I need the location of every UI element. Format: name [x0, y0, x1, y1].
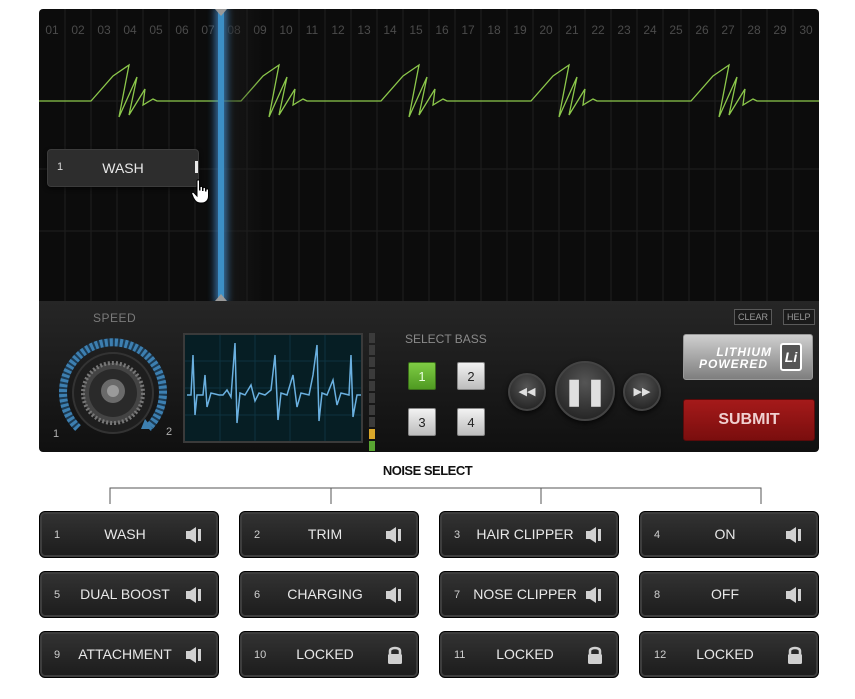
noise-button-3[interactable]: 3 HAIR CLIPPER	[439, 511, 619, 558]
bass-button-3[interactable]: 3	[408, 408, 436, 436]
noise-label: ATTACHMENT	[78, 646, 172, 662]
level-meter-segment	[369, 333, 375, 343]
pause-button[interactable]: ❚❚	[555, 361, 615, 421]
noise-label: LOCKED	[496, 646, 554, 662]
lock-icon	[586, 645, 604, 670]
noise-label: LOCKED	[296, 646, 354, 662]
bass-button-4[interactable]: 4	[457, 408, 485, 436]
pause-icon: ❚❚	[563, 376, 607, 406]
level-meter-segment	[369, 441, 375, 451]
noise-number: 3	[454, 529, 461, 541]
level-meter-segment	[369, 417, 375, 427]
noise-number: 4	[654, 529, 661, 541]
noise-button-7[interactable]: 7 NOSE CLIPPER	[439, 571, 619, 618]
noise-number: 1	[54, 529, 61, 541]
dragged-item-label: WASH	[102, 160, 144, 176]
knob-min-label: 1	[53, 428, 60, 440]
playhead[interactable]	[218, 9, 224, 301]
help-button[interactable]: HELP	[783, 309, 815, 325]
drag-handle[interactable]	[195, 161, 198, 173]
speaker-icon	[384, 585, 404, 610]
bass-button-2[interactable]: 2	[457, 362, 485, 390]
sound-designer-app: 0102030405060708091011121314151617181920…	[0, 0, 855, 699]
noise-number: 7	[454, 589, 461, 601]
knob-max-label: 2	[166, 426, 173, 438]
control-panel: SPEED 1 2 SELECT BASS 1 2 3 4 ◀◀ ❚❚ ▶▶ C…	[39, 301, 819, 452]
playhead-bottom-marker[interactable]	[215, 294, 227, 301]
sequencer-timeline[interactable]: 0102030405060708091011121314151617181920…	[39, 9, 819, 301]
level-meter-segment	[369, 429, 375, 439]
hand-cursor-icon	[191, 179, 209, 204]
noise-number: 8	[654, 589, 661, 601]
noise-number: 2	[254, 529, 261, 541]
fast-forward-icon: ▶▶	[633, 386, 651, 398]
level-meter-segment	[369, 369, 375, 379]
level-meter-segment	[369, 405, 375, 415]
speaker-icon	[184, 645, 204, 670]
lock-icon	[386, 645, 404, 670]
speaker-icon	[784, 525, 804, 550]
speaker-icon	[184, 585, 204, 610]
speaker-icon	[584, 585, 604, 610]
speaker-icon	[384, 525, 404, 550]
speaker-icon	[784, 585, 804, 610]
speed-knob[interactable]	[53, 333, 173, 453]
lithium-badge-icon: Li	[780, 343, 802, 371]
noise-button-9[interactable]: 9 ATTACHMENT	[39, 631, 219, 678]
noise-label: WASH	[104, 526, 146, 542]
select-bass-label: SELECT BASS	[405, 332, 487, 346]
noise-label: DUAL BOOST	[80, 586, 170, 602]
noise-button-1[interactable]: 1 WASH	[39, 511, 219, 558]
submit-button[interactable]: SUBMIT	[683, 399, 815, 441]
fast-forward-button[interactable]: ▶▶	[623, 373, 661, 411]
noise-number: 9	[54, 649, 61, 661]
noise-label: OFF	[711, 586, 739, 602]
noise-label: HAIR CLIPPER	[476, 526, 574, 542]
playhead-shadow	[224, 9, 264, 301]
level-meter-segment	[369, 357, 375, 367]
speaker-icon	[584, 525, 604, 550]
level-meter-segment	[369, 345, 375, 355]
lock-icon	[786, 645, 804, 670]
noise-label: NOSE CLIPPER	[473, 586, 577, 602]
noise-button-2[interactable]: 2 TRIM	[239, 511, 419, 558]
oscilloscope-display	[183, 333, 363, 443]
noise-number: 6	[254, 589, 261, 601]
speaker-icon	[184, 525, 204, 550]
speed-label: SPEED	[93, 311, 137, 325]
noise-button-10[interactable]: 10 LOCKED	[239, 631, 419, 678]
rewind-icon: ◀◀	[518, 386, 536, 398]
clear-button[interactable]: CLEAR	[734, 309, 773, 325]
noise-button-11[interactable]: 11 LOCKED	[439, 631, 619, 678]
playhead-top-marker[interactable]	[215, 9, 227, 16]
dragged-noise-item[interactable]: 1 WASH	[47, 149, 199, 187]
noise-select-title: NOISE SELECT	[382, 463, 473, 478]
level-meter-segment	[369, 393, 375, 403]
noise-label: ON	[714, 526, 736, 542]
noise-button-8[interactable]: 8 OFF	[639, 571, 819, 618]
noise-label: TRIM	[307, 526, 343, 542]
logo-text-line2: POWERED	[698, 357, 768, 371]
lithium-powered-logo: LITHIUM POWERED Li	[683, 334, 813, 380]
bass-button-1[interactable]: 1	[408, 362, 436, 390]
noise-button-4[interactable]: 4 ON	[639, 511, 819, 558]
oscilloscope-trace	[185, 335, 361, 441]
rewind-button[interactable]: ◀◀	[508, 373, 546, 411]
noise-button-6[interactable]: 6 CHARGING	[239, 571, 419, 618]
level-meter-segment	[369, 381, 375, 391]
noise-label: CHARGING	[287, 586, 363, 602]
noise-button-12[interactable]: 12 LOCKED	[639, 631, 819, 678]
noise-label: LOCKED	[696, 646, 754, 662]
level-meter	[369, 333, 375, 453]
noise-button-5[interactable]: 5 DUAL BOOST	[39, 571, 219, 618]
noise-number: 5	[54, 589, 61, 601]
